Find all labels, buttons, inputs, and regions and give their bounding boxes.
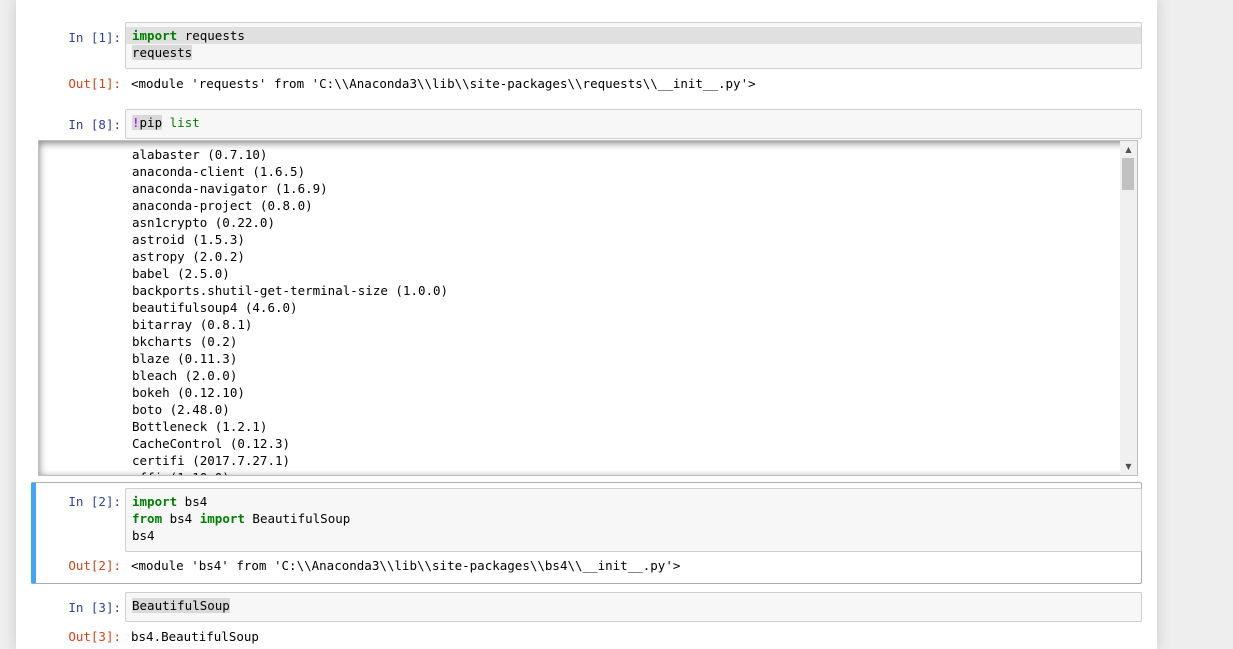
builtin-name: list	[169, 115, 200, 130]
output-prompt: Out[1]:	[68, 76, 121, 91]
output-text: bs4.BeautifulSoup	[131, 629, 259, 644]
code-line: import bs4	[132, 493, 1135, 510]
code-input[interactable]: !pip list	[125, 109, 1142, 139]
code-input[interactable]: import requests requests	[125, 22, 1142, 69]
package-line: astroid (1.5.3)	[132, 232, 245, 247]
package-line: blaze (0.11.3)	[132, 351, 238, 366]
output-prompt: Out[3]:	[68, 629, 121, 644]
code-cell-3[interactable]: In [2]: import bs4 from bs4 import Beaut…	[33, 488, 1142, 578]
keyword: from	[132, 511, 163, 526]
package-line: cffi (1.10.0)	[132, 469, 448, 475]
package-line: alabaster (0.7.10)	[132, 147, 268, 162]
package-line: bokeh (0.12.10)	[132, 385, 245, 400]
code-line: requests	[132, 44, 1135, 61]
code-line: import requests	[126, 27, 1141, 44]
package-line: babel (2.5.0)	[132, 266, 230, 281]
package-line: backports.shutil-get-terminal-size (1.0.…	[132, 283, 449, 298]
package-line: anaconda-client (1.6.5)	[132, 164, 306, 179]
code-line: from bs4 import BeautifulSoup	[132, 510, 1135, 527]
package-line: anaconda-project (0.8.0)	[132, 198, 313, 213]
keyword: import	[132, 28, 178, 43]
code-input[interactable]: import bs4 from bs4 import BeautifulSoup…	[125, 488, 1142, 552]
code-input[interactable]: BeautifulSoup	[125, 592, 1142, 622]
notebook-container: In [1]: import requests requests Out[1]:…	[16, 0, 1157, 649]
output-prompt: Out[2]:	[68, 558, 121, 573]
scroll-up-icon[interactable]: ▲	[1120, 141, 1137, 158]
input-prompt: In [1]:	[68, 30, 121, 45]
package-line: bitarray (0.8.1)	[132, 317, 253, 332]
package-line: certifi (2017.7.27.1)	[132, 453, 291, 468]
code-line: bs4	[132, 528, 155, 543]
code-cell-2[interactable]: In [8]: !pip list	[33, 109, 1142, 139]
code-cell-1[interactable]: In [1]: import requests requests Out[1]:…	[33, 22, 1142, 92]
scroll-thumb[interactable]	[1122, 158, 1134, 190]
code-text: requests	[184, 28, 245, 43]
package-line: anaconda-navigator (1.6.9)	[132, 181, 328, 196]
input-prompt: In [8]:	[68, 117, 121, 132]
package-line: boto (2.48.0)	[132, 402, 230, 417]
package-line: asn1crypto (0.22.0)	[132, 215, 275, 230]
package-line: CacheControl (0.12.3)	[132, 436, 291, 451]
keyword: import	[132, 494, 178, 509]
scroll-down-icon[interactable]: ▼	[1120, 458, 1137, 475]
package-line: astropy (2.0.2)	[132, 249, 245, 264]
code-text: bs4	[162, 511, 200, 526]
input-prompt: In [2]:	[68, 494, 121, 509]
code-text: pip	[139, 115, 163, 130]
code-line: !pip list	[132, 114, 1135, 131]
code-text: BeautifulSoup	[132, 598, 230, 613]
output-text: <module 'bs4' from 'C:\\Anaconda3\\lib\\…	[131, 558, 681, 573]
package-list: alabaster (0.7.10) anaconda-client (1.6.5…	[132, 146, 449, 475]
code-cell-4[interactable]: In [3]: BeautifulSoup Out[3]: bs4.Beauti…	[33, 592, 1142, 649]
input-prompt: In [3]:	[68, 600, 121, 615]
package-line: bkcharts (0.2)	[132, 334, 238, 349]
package-line: Bottleneck (1.2.1)	[132, 419, 268, 434]
keyword: import	[199, 511, 245, 526]
vertical-scrollbar[interactable]: ▲ ▼	[1120, 141, 1137, 475]
code-line: BeautifulSoup	[132, 597, 1135, 614]
output-text: <module 'requests' from 'C:\\Anaconda3\\…	[131, 76, 756, 91]
code-text: requests	[132, 45, 193, 60]
code-text: bs4	[177, 494, 208, 509]
package-line: beautifulsoup4 (4.6.0)	[132, 300, 298, 315]
magic-bang: !	[132, 115, 140, 130]
code-text: BeautifulSoup	[244, 511, 351, 526]
package-line: bleach (2.0.0)	[132, 368, 238, 383]
scrolled-output[interactable]: alabaster (0.7.10) anaconda-client (1.6.5…	[38, 140, 1138, 476]
